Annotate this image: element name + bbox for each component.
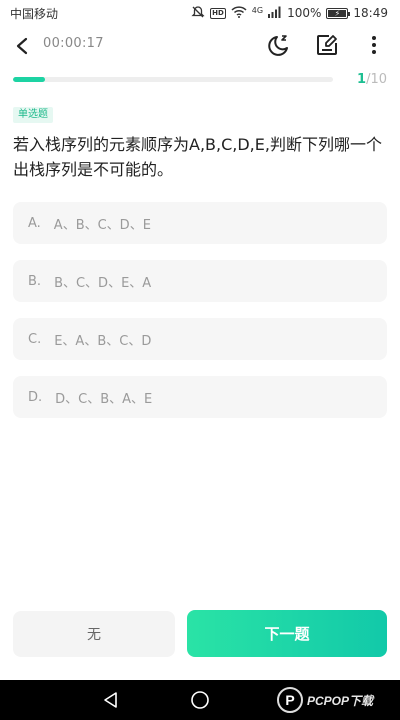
current-question-number: 1	[357, 72, 367, 87]
elapsed-timer: 00:00:17	[43, 36, 104, 51]
none-button[interactable]: 无	[13, 611, 175, 657]
status-bar: 中国移动 HD 4G 100% ⚡ 18:49	[0, 0, 400, 26]
mute-icon	[191, 5, 205, 22]
back-icon	[16, 37, 28, 55]
battery-percent: 100%	[287, 6, 322, 20]
more-icon	[372, 36, 376, 54]
more-button[interactable]	[361, 32, 387, 58]
night-mode-icon	[268, 35, 288, 56]
top-navbar: 00:00:17	[0, 26, 400, 64]
progress-fill	[13, 77, 45, 82]
option-text: D、C、B、A、E	[55, 391, 153, 407]
network-type: 4G	[251, 5, 264, 15]
progress-bar	[13, 77, 333, 82]
circle-home-icon	[191, 691, 209, 709]
watermark-logo: P	[277, 687, 303, 713]
question-type-tag: 单选题	[13, 107, 53, 123]
watermark: P PCPOP下载	[277, 684, 397, 716]
signal-icon	[268, 6, 282, 21]
carrier-name: 中国移动	[10, 6, 59, 21]
next-question-button[interactable]: 下一题	[187, 610, 387, 657]
wifi-icon	[231, 5, 247, 21]
option-c[interactable]: C. E、A、B、C、D	[13, 318, 387, 360]
hd-badge: HD	[210, 7, 226, 19]
option-text: B、C、D、E、A	[54, 275, 152, 291]
option-d[interactable]: D. D、C、B、A、E	[13, 376, 387, 418]
status-icons: HD 4G 100% ⚡ 18:49	[191, 5, 388, 22]
watermark-text: PCPOP下载	[307, 693, 374, 708]
answer-card-icon	[317, 35, 337, 55]
battery-icon: ⚡	[326, 7, 351, 19]
option-letter: A.	[28, 215, 41, 231]
back-button[interactable]	[10, 34, 34, 58]
answer-card-button[interactable]	[314, 32, 340, 58]
charging-icon: ⚡	[334, 8, 341, 18]
triangle-back-icon	[104, 692, 117, 708]
clock: 18:49	[353, 6, 388, 20]
progress-counter: 1/10	[357, 72, 387, 87]
option-b[interactable]: B. B、C、D、E、A	[13, 260, 387, 302]
option-a[interactable]: A. A、B、C、D、E	[13, 202, 387, 244]
option-text: A、B、C、D、E	[53, 217, 151, 233]
system-back-button[interactable]	[100, 689, 122, 711]
option-letter: C.	[28, 331, 42, 347]
option-letter: D.	[28, 389, 43, 405]
question-text: 若入栈序列的元素顺序为A,B,C,D,E,判断下列哪一个出栈序列是不可能的。	[13, 135, 382, 179]
system-home-button[interactable]	[189, 689, 211, 711]
night-mode-button[interactable]	[266, 32, 292, 58]
option-text: E、A、B、C、D	[54, 333, 152, 349]
option-letter: B.	[28, 273, 42, 289]
total-questions: /10	[366, 72, 387, 87]
